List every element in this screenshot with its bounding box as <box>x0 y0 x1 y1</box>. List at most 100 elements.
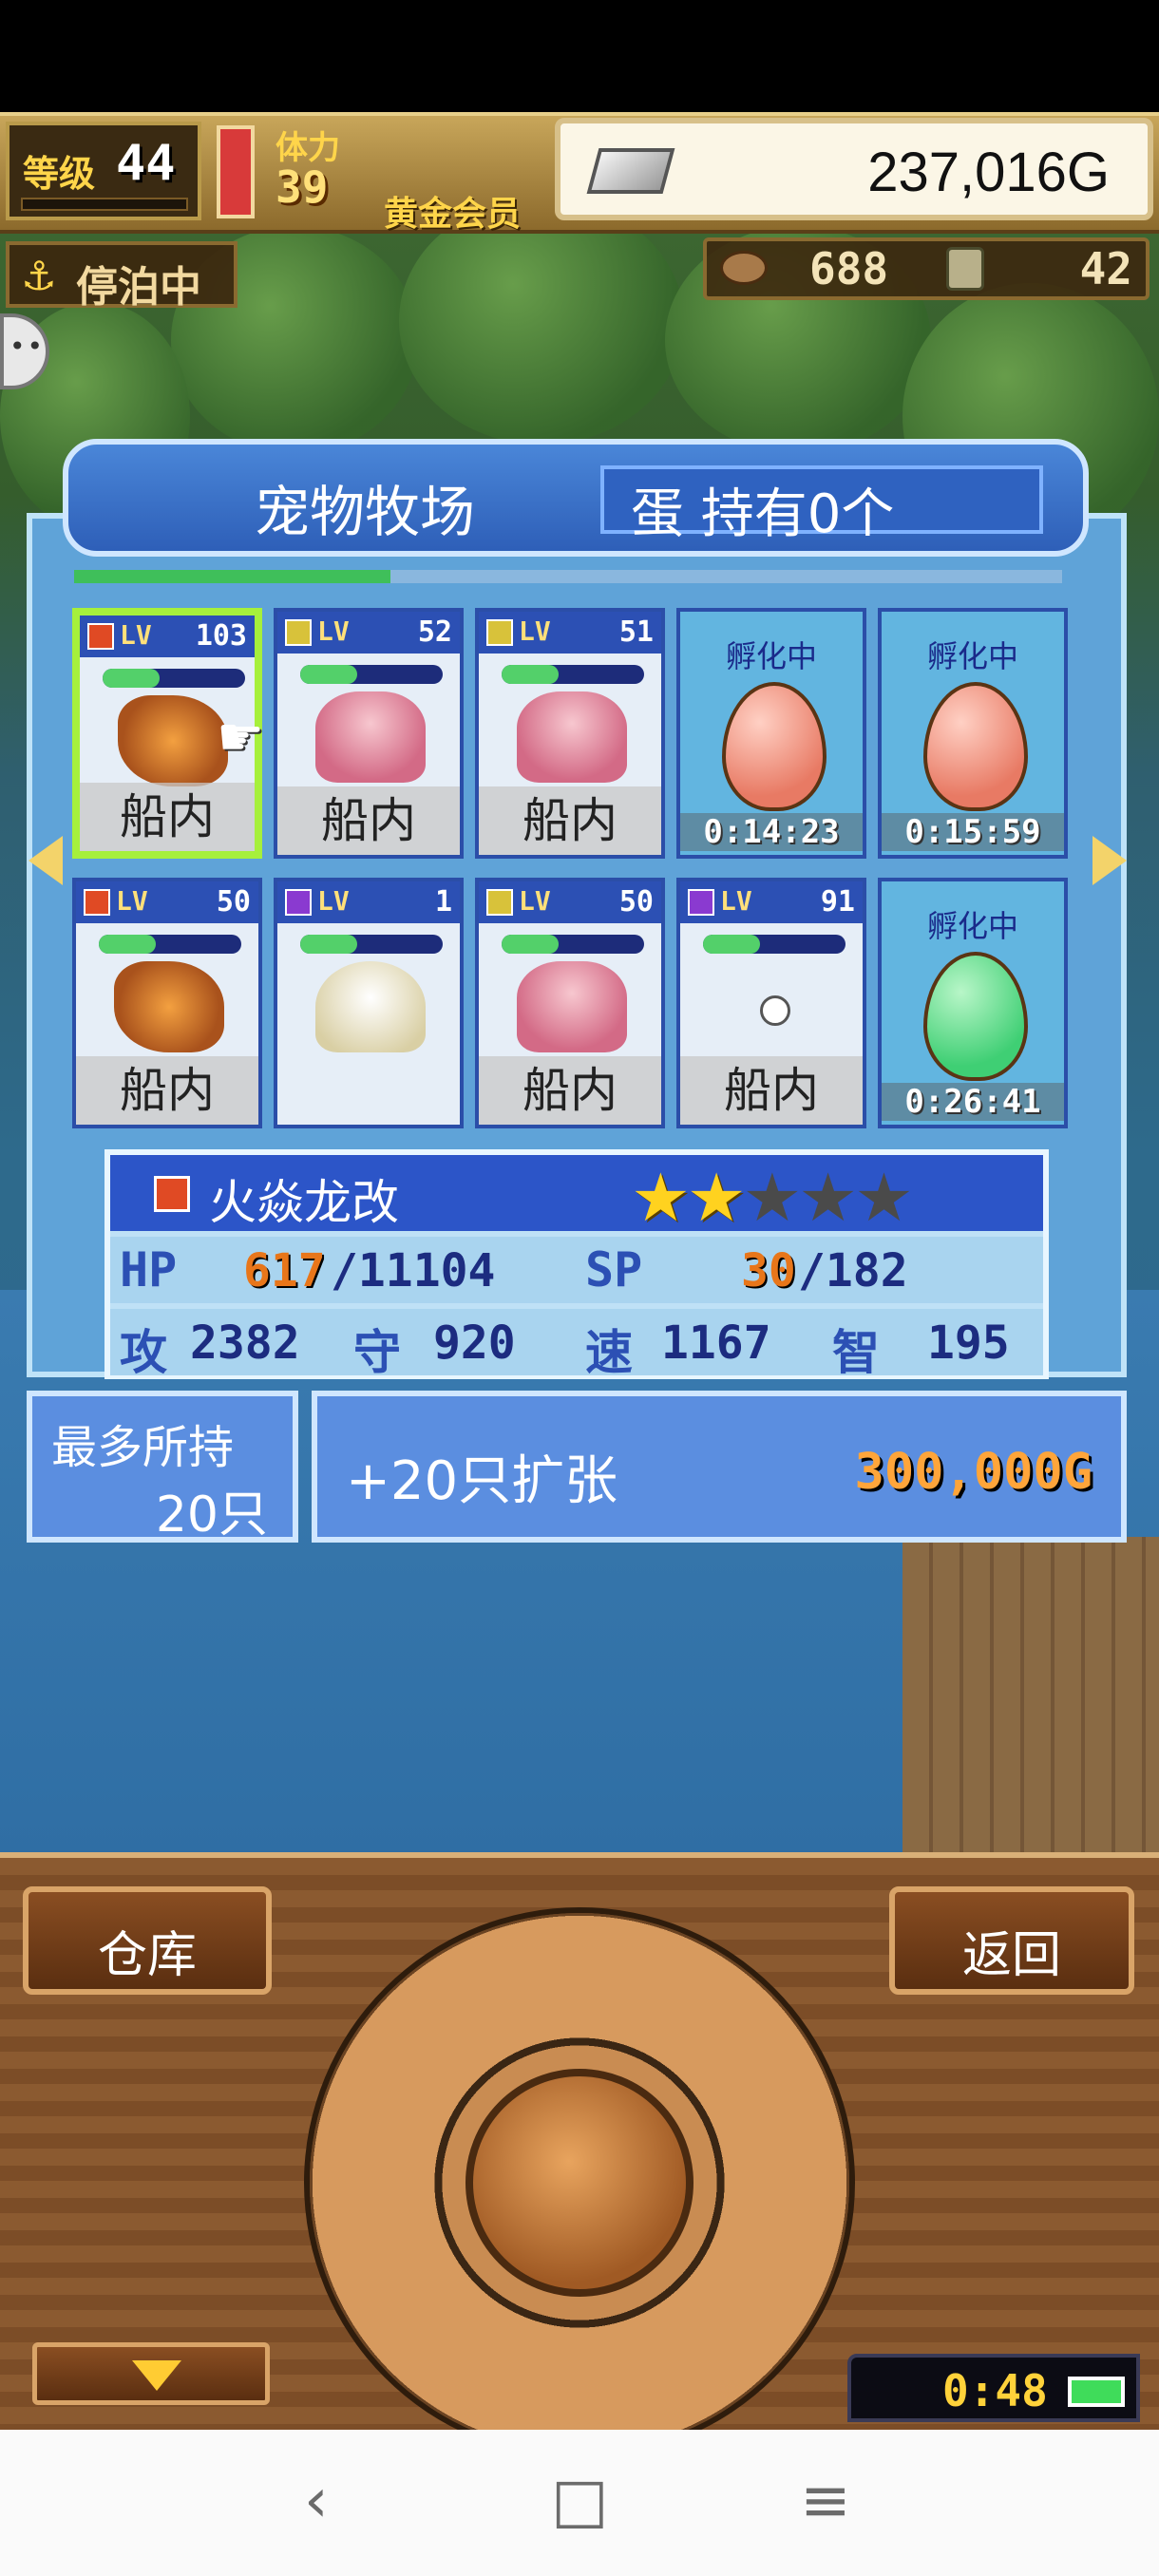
lv-value: 103 <box>195 619 247 653</box>
detail-header: 火焱龙改 ★★★★★ <box>110 1155 1043 1237</box>
stats-row-1: HP 617 /11104 SP 30 /182 <box>110 1237 1043 1303</box>
pet-detail: 火焱龙改 ★★★★★ HP 617 /11104 SP 30 /182 攻 23… <box>104 1149 1049 1380</box>
ghost-sprite <box>315 961 426 1052</box>
pet-hp-bar <box>502 665 644 684</box>
pet-slot[interactable]: LV 91 船内 <box>676 878 866 1128</box>
arrow-right-icon[interactable] <box>1092 836 1127 885</box>
axolotl-sprite <box>517 691 627 783</box>
pet-slot[interactable]: LV 51 船内 <box>475 608 665 859</box>
progress-fill <box>74 570 390 583</box>
medal-icon <box>946 247 984 291</box>
atk-label: 攻 <box>120 1325 167 1380</box>
hatch-timer: 0:15:59 <box>882 813 1064 851</box>
pet-hp-fill <box>703 935 760 954</box>
hatching-label: 孵化中 <box>926 638 1018 674</box>
max-capacity-box: 最多所持 20只 <box>27 1391 298 1544</box>
pet-hp-fill <box>502 935 559 954</box>
dragon-sprite <box>114 961 224 1052</box>
pet-slot[interactable]: LV 50 船内 <box>72 878 262 1128</box>
pet-hp-bar <box>502 935 644 954</box>
stats-row-2: 攻 2382 守 920 速 1167 智 195 <box>110 1309 1043 1380</box>
clock-box: 0:48 <box>847 2354 1140 2422</box>
pet-hp-bar <box>300 935 443 954</box>
pet-slot[interactable]: LV 1 <box>274 878 464 1128</box>
battery-icon <box>1068 2377 1125 2407</box>
pet-hp-fill <box>99 935 156 954</box>
nav-home-icon[interactable]: □ <box>551 2466 608 2536</box>
hp-label: HP <box>120 1242 178 1297</box>
egg-icon <box>923 952 1028 1081</box>
lv-label: LV <box>317 616 350 647</box>
pet-hp-bar <box>103 669 245 688</box>
lv-label: LV <box>519 616 551 647</box>
max-capacity-label: 最多所持 <box>51 1421 235 1474</box>
menu-down-button[interactable] <box>32 2342 270 2405</box>
egg-icon <box>722 682 826 811</box>
gold-value: 237,016G <box>867 142 1110 203</box>
sp-value: 30 <box>741 1244 796 1297</box>
egg-icon <box>923 682 1028 811</box>
page-title: 宠物牧场 <box>255 480 476 544</box>
member-badge: 黄金会员 <box>384 195 522 234</box>
warehouse-button[interactable]: 仓库 <box>23 1886 272 1995</box>
ranch-header: 宠物牧场 蛋 持有0个 <box>63 439 1089 557</box>
egg-slot[interactable]: 孵化中 0:14:23 <box>676 608 866 859</box>
ranch-progress-bar <box>74 570 1062 583</box>
dpad-center-button[interactable] <box>466 2069 694 2297</box>
axolotl-sprite <box>315 691 426 783</box>
thunder-element-icon <box>486 619 513 646</box>
pet-grid: LV 103 船内 LV 52 船内 LV 51 船内 孵化中 0:14:23 孵化中 0:15:59 L… <box>72 608 1079 1140</box>
atk-value: 2382 <box>190 1316 300 1370</box>
fire-element-icon <box>84 889 110 916</box>
spd-label: 速 <box>585 1325 633 1380</box>
pet-location: 船内 <box>680 1056 863 1125</box>
pet-hp-fill <box>300 665 357 684</box>
gold-box[interactable]: 237,016G <box>555 118 1153 220</box>
pet-slot[interactable]: LV 50 船内 <box>475 878 665 1128</box>
int-value: 195 <box>927 1316 1010 1370</box>
star-empty-icon: ★ <box>854 1159 914 1237</box>
system-nav-bar: ‹ □ ≡ <box>0 2430 1159 2576</box>
lv-label: LV <box>116 885 148 917</box>
pet-location: 船内 <box>479 1056 661 1125</box>
egg-slot[interactable]: 孵化中 0:26:41 <box>878 878 1068 1128</box>
stamina-gauge <box>217 125 255 218</box>
back-label: 返回 <box>961 1927 1061 1984</box>
lv-label: LV <box>120 619 152 651</box>
dragon-sprite <box>118 695 228 786</box>
pet-hp-fill <box>300 935 357 954</box>
egg-count-text: 蛋 持有0个 <box>631 483 895 545</box>
thunder-element-icon <box>486 889 513 916</box>
pet-location: 船内 <box>479 786 661 855</box>
lv-value: 51 <box>618 616 654 649</box>
arrow-left-icon[interactable] <box>28 836 63 885</box>
nav-back-icon[interactable]: ‹ <box>304 2466 329 2536</box>
pet-slot[interactable]: LV 52 船内 <box>274 608 464 859</box>
expand-capacity-button[interactable]: +20只扩张 300,000G <box>312 1391 1127 1543</box>
resource1-value: 688 <box>809 243 889 294</box>
egg-slot[interactable]: 孵化中 0:15:59 <box>878 608 1068 859</box>
expand-price: 300,000G <box>854 1444 1092 1501</box>
star-empty-icon: ★ <box>798 1159 858 1237</box>
level-box: 等级 44 <box>6 122 201 220</box>
lv-label: LV <box>720 885 752 917</box>
star-filled-icon: ★ <box>631 1159 691 1237</box>
hatching-label: 孵化中 <box>725 638 817 674</box>
tiny-sprite <box>760 995 790 1026</box>
lv-value: 50 <box>216 885 251 919</box>
rarity-stars: ★★★★★ <box>631 1159 914 1237</box>
nav-recents-icon[interactable]: ≡ <box>800 2466 851 2536</box>
resource2-value: 42 <box>1079 243 1132 294</box>
thunder-element-icon <box>285 619 312 646</box>
pet-hp-bar <box>300 665 443 684</box>
pet-location: 船内 <box>277 786 460 855</box>
wooden-dock <box>902 1537 1159 1852</box>
pet-location: 船内 <box>80 783 255 851</box>
level-label: 等级 <box>23 153 96 195</box>
axolotl-sprite <box>517 961 627 1052</box>
hatching-label: 孵化中 <box>926 908 1018 944</box>
lv-value: 1 <box>434 885 452 919</box>
warehouse-label: 仓库 <box>97 1927 197 1984</box>
directional-pad[interactable] <box>310 1913 849 2453</box>
back-button[interactable]: 返回 <box>889 1886 1134 1995</box>
